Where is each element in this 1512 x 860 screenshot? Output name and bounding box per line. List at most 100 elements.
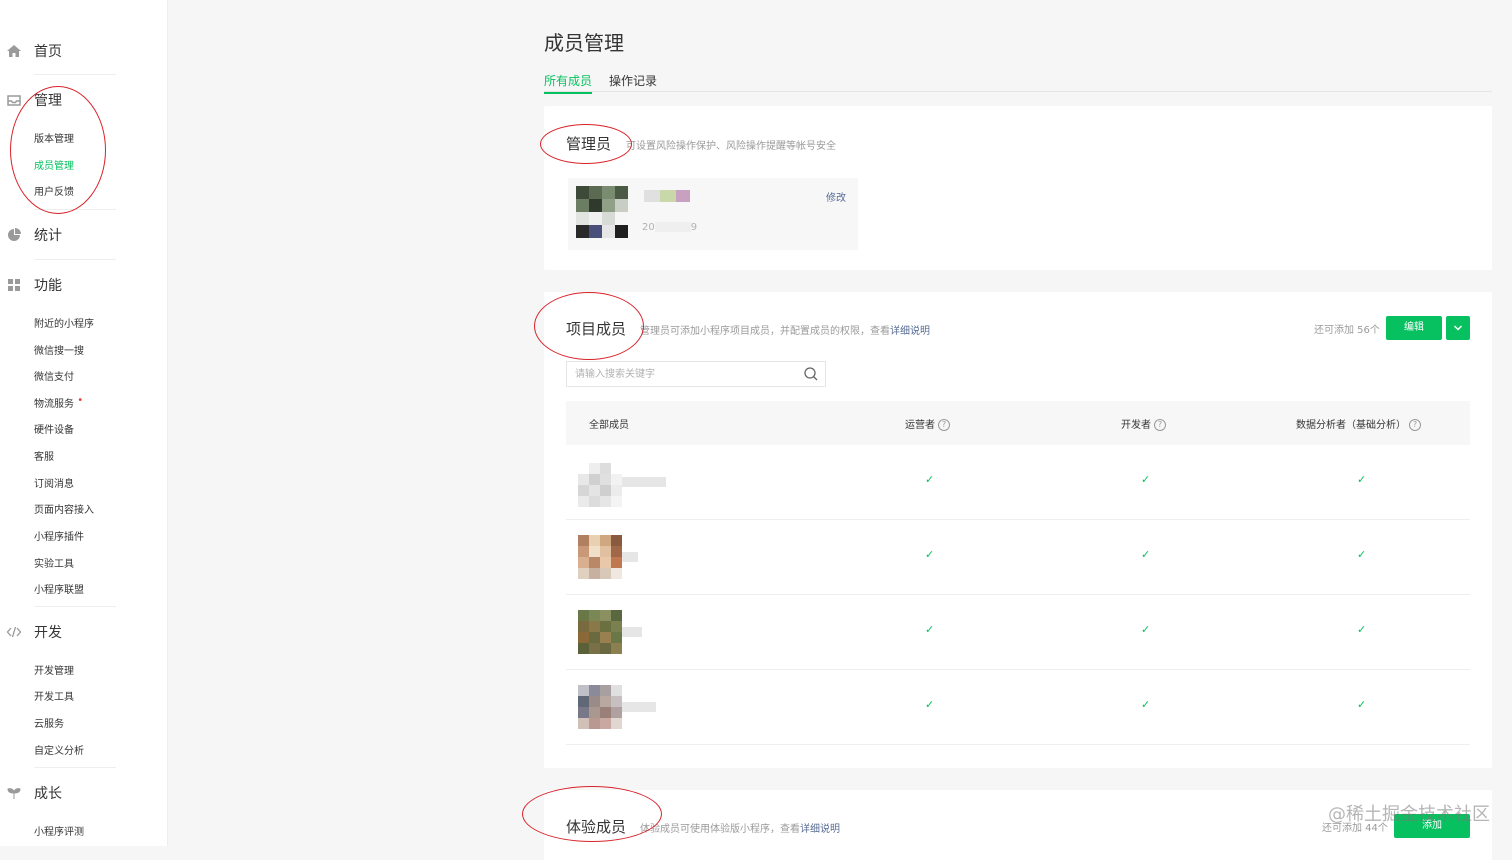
project-members-card: 项目成员 管理员可添加小程序项目成员，并配置成员的权限，查看详细说明 还可添加 … — [544, 292, 1492, 768]
avatar-mosaic — [578, 463, 622, 507]
avatar — [578, 463, 622, 507]
table-row[interactable]: ✓ ✓ ✓ — [566, 595, 1470, 670]
search-box — [566, 361, 826, 387]
sidebar-item-subscribe[interactable]: 订阅消息 — [34, 475, 74, 490]
col-analyst-label: 数据分析者（基础分析） — [1296, 420, 1406, 431]
divider — [34, 209, 116, 210]
project-detail-link[interactable]: 详细说明 — [890, 326, 930, 337]
nav-stats-label: 统计 — [34, 228, 62, 244]
check-icon: ✓ — [925, 698, 935, 711]
avatar-mosaic — [578, 535, 622, 579]
check-icon: ✓ — [1357, 698, 1367, 711]
sidebar-item-lab[interactable]: 实验工具 — [34, 555, 74, 570]
sidebar-item-review[interactable]: 小程序评测 — [34, 823, 84, 838]
check-icon: ✓ — [1141, 548, 1151, 561]
check-icon: ✓ — [1141, 473, 1151, 486]
edit-button[interactable]: 编辑 — [1386, 316, 1442, 340]
avatar-mosaic — [578, 610, 622, 654]
avatar-mosaic — [578, 685, 622, 729]
avatar-mosaic — [576, 186, 628, 238]
project-desc: 管理员可添加小程序项目成员，并配置成员的权限，查看详细说明 — [640, 322, 930, 337]
red-dot-icon: • — [77, 395, 84, 406]
admin-id-prefix: 20 — [642, 222, 655, 233]
avatar — [578, 535, 622, 579]
admin-name-blur — [644, 190, 690, 202]
avatar — [578, 610, 622, 654]
admin-title: 管理员 — [566, 135, 612, 153]
nav-home-label: 首页 — [34, 44, 62, 60]
sidebar-item-analytics[interactable]: 自定义分析 — [34, 742, 84, 757]
sidebar-item-logistics[interactable]: 物流服务 • — [34, 395, 83, 410]
col-operator: 运营者? — [905, 416, 950, 431]
sidebar-item-plugins[interactable]: 小程序插件 — [34, 528, 84, 543]
help-icon[interactable]: ? — [1154, 419, 1166, 431]
sidebar-item-pay[interactable]: 微信支付 — [34, 368, 74, 383]
table-row[interactable]: ✓ ✓ ✓ — [566, 520, 1470, 595]
experience-title: 体验成员 — [566, 818, 627, 836]
col-operator-label: 运营者 — [905, 420, 935, 431]
admin-edit-link[interactable]: 修改 — [826, 189, 846, 204]
sidebar-item-label: 物流服务 — [34, 399, 74, 410]
table-row[interactable]: ✓ ✓ ✓ — [566, 670, 1470, 745]
col-analyst: 数据分析者（基础分析）? — [1296, 416, 1421, 431]
sidebar-item-devtools[interactable]: 开发工具 — [34, 688, 74, 703]
sidebar-item-version[interactable]: 版本管理 — [34, 130, 74, 145]
sidebar-item-alliance[interactable]: 小程序联盟 — [34, 581, 84, 596]
col-all-members: 全部成员 — [589, 420, 629, 431]
member-name-blur — [622, 627, 642, 637]
check-icon: ✓ — [1141, 698, 1151, 711]
avatar — [578, 685, 622, 729]
experience-desc: 体验成员可使用体验版小程序，查看详细说明 — [640, 820, 840, 835]
experience-detail-link[interactable]: 详细说明 — [800, 824, 840, 835]
nav-features-label: 功能 — [34, 278, 62, 294]
pie-chart-icon — [6, 227, 22, 243]
divider — [34, 74, 116, 75]
check-icon: ✓ — [925, 473, 935, 486]
sidebar-item-cloud[interactable]: 云服务 — [34, 715, 64, 730]
member-name-blur — [622, 477, 666, 487]
dropdown-button[interactable] — [1446, 316, 1470, 340]
search-icon[interactable] — [803, 366, 819, 382]
sidebar-item-devmanage[interactable]: 开发管理 — [34, 662, 74, 677]
check-icon: ✓ — [1357, 548, 1367, 561]
sidebar-item-nearby[interactable]: 附近的小程序 — [34, 315, 94, 330]
tab-operation-log[interactable]: 操作记录 — [609, 72, 657, 89]
search-input[interactable] — [575, 362, 795, 387]
avatar — [576, 186, 628, 238]
experience-desc-text: 体验成员可使用体验版小程序，查看 — [640, 824, 800, 835]
divider — [34, 767, 116, 768]
tab-all-members[interactable]: 所有成员 — [544, 72, 593, 94]
admin-profile: 20 9 修改 — [568, 178, 858, 250]
sidebar-item-content[interactable]: 页面内容接入 — [34, 501, 94, 516]
admin-card: 管理员 可设置风险操作保护、风险操作提醒等帐号安全 20 9 修改 — [544, 106, 1492, 270]
sidebar-item-members[interactable]: 成员管理 — [34, 157, 74, 172]
tab-bar: 所有成员 操作记录 — [544, 70, 1492, 94]
member-name-blur — [622, 702, 656, 712]
sidebar-item-search[interactable]: 微信搜一搜 — [34, 342, 84, 357]
project-remaining: 还可添加 56个 — [1314, 325, 1380, 336]
project-title: 项目成员 — [566, 320, 627, 338]
inbox-icon — [6, 92, 22, 108]
admin-id: 20 9 — [642, 222, 697, 233]
sidebar-item-feedback[interactable]: 用户反馈 — [34, 183, 74, 198]
help-icon[interactable]: ? — [938, 419, 950, 431]
check-icon: ✓ — [1141, 623, 1151, 636]
col-developer: 开发者? — [1121, 416, 1166, 431]
home-icon — [6, 43, 22, 59]
check-icon: ✓ — [925, 548, 935, 561]
sidebar: 首页 管理 版本管理 成员管理 用户反馈 统计 功能 附近的小程序 微信搜一搜 … — [0, 0, 168, 846]
main-content: 成员管理 所有成员 操作记录 管理员 可设置风险操作保护、风险操作提醒等帐号安全… — [168, 0, 1512, 860]
check-icon: ✓ — [1357, 623, 1367, 636]
nav-dev-label: 开发 — [34, 625, 62, 641]
grid-icon — [6, 277, 22, 293]
nav-manage-label: 管理 — [34, 93, 62, 109]
sidebar-item-hardware[interactable]: 硬件设备 — [34, 421, 74, 436]
check-icon: ✓ — [1357, 473, 1367, 486]
sidebar-item-service[interactable]: 客服 — [34, 448, 54, 463]
table-row[interactable]: ✓ ✓ ✓ — [566, 445, 1470, 520]
code-icon — [6, 624, 22, 640]
admin-id-blur — [654, 222, 691, 232]
check-icon: ✓ — [925, 623, 935, 636]
help-icon[interactable]: ? — [1409, 419, 1421, 431]
project-desc-text: 管理员可添加小程序项目成员，并配置成员的权限，查看 — [640, 326, 890, 337]
